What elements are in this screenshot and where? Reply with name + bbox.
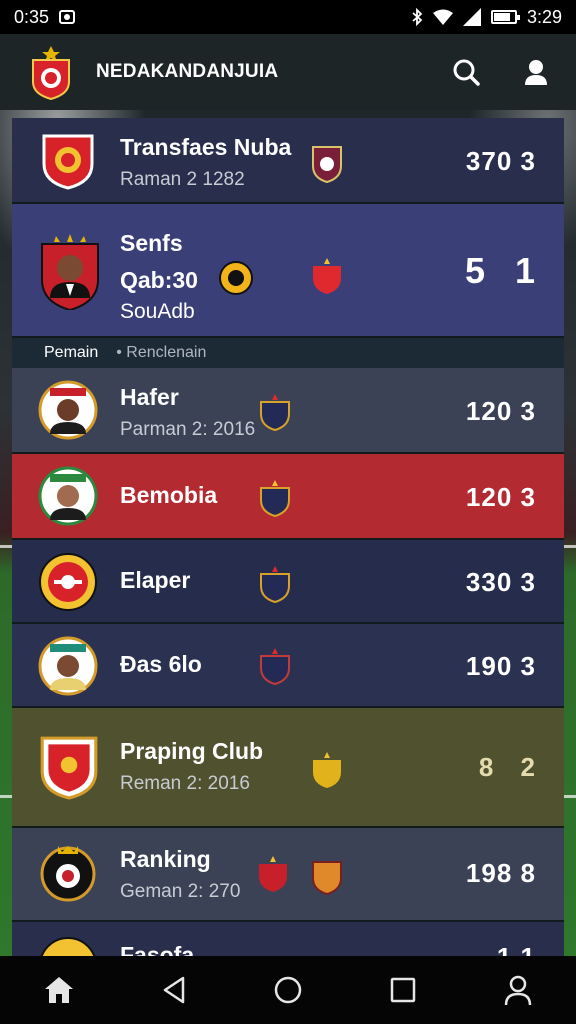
club-badge-icon	[313, 258, 341, 294]
list-item[interactable]: Transfaes Nuba Raman 2 1282 370 3	[12, 118, 564, 204]
status-time: 0:35	[14, 6, 50, 27]
home-circle-icon[interactable]	[273, 975, 303, 1005]
club-badge-icon	[260, 566, 290, 604]
club-crest-icon	[40, 736, 98, 800]
club-subtitle: Raman 2 1282	[120, 169, 245, 190]
club-crest-icon	[40, 937, 96, 956]
player-avatar-icon	[38, 380, 98, 440]
list-item[interactable]: Elaper 330 3	[12, 540, 564, 624]
score: 1 1	[497, 942, 536, 956]
profile-icon[interactable]	[524, 58, 548, 86]
player-subtitle: Parman 2: 2016	[120, 419, 256, 440]
score: 5 1	[464, 250, 536, 291]
app-bar: NEDAKANDANJUIA	[0, 34, 576, 110]
club-crest-icon	[40, 846, 96, 902]
score: 190 3	[465, 651, 536, 681]
player-avatar-icon	[38, 636, 98, 696]
club-crest-icon	[42, 134, 94, 190]
club-name: Transfaes Nuba	[120, 134, 292, 160]
score: 330 3	[465, 567, 536, 597]
list-item[interactable]: Hafer Parman 2: 2016 120 3	[12, 368, 564, 454]
club-badge-icon	[313, 752, 341, 788]
player-name: Bemobia	[120, 482, 218, 508]
home-icon[interactable]	[43, 975, 75, 1005]
list-item[interactable]: Ranking Geman 2: 270 198 8	[12, 828, 564, 922]
club-subtitle: Reman 2: 2016	[120, 773, 250, 794]
list-item[interactable]: Praping Club Reman 2: 2016 8 2	[12, 708, 564, 828]
club-name: Elaper	[120, 567, 191, 593]
ranking-list[interactable]: Transfaes Nuba Raman 2 1282 370 3 Senfs …	[12, 118, 564, 956]
player-team: Qab:30	[120, 267, 198, 293]
score: 198 8	[465, 858, 536, 888]
list-item[interactable]: Ðas 6lo 190 3	[12, 624, 564, 708]
club-name: Ranking	[120, 846, 211, 872]
score: 120 3	[465, 482, 536, 512]
player-name: Senfs	[120, 230, 183, 256]
score: 8 2	[478, 752, 536, 782]
club-badge-icon	[260, 394, 290, 432]
club-badge-icon	[259, 856, 287, 892]
section-header-left: Pemain	[44, 344, 99, 361]
score: 120 3	[465, 396, 536, 426]
section-header: Pemain • Renclenain	[12, 338, 564, 368]
bluetooth-icon	[412, 8, 423, 26]
club-badge-icon	[219, 261, 253, 295]
club-badge-icon	[312, 861, 342, 896]
battery-icon	[490, 10, 520, 24]
search-icon[interactable]	[452, 58, 480, 86]
club-subtitle: Geman 2: 270	[120, 881, 241, 902]
club-badge-icon	[260, 648, 290, 686]
recents-icon[interactable]	[389, 976, 417, 1004]
list-item[interactable]: Bemobia 120 3	[12, 454, 564, 540]
club-crest-icon	[39, 553, 97, 611]
player-name: Ðas 6lo	[120, 651, 202, 677]
player-avatar-icon	[38, 466, 98, 526]
player-name: Hafer	[120, 384, 179, 410]
notification-icon	[59, 10, 76, 24]
club-badge-icon	[260, 480, 290, 518]
status-clock: 3:29	[526, 6, 562, 27]
club-badge-icon	[312, 146, 342, 184]
club-name: Fasofa	[120, 942, 195, 956]
back-icon[interactable]	[161, 975, 187, 1005]
navigation-bar	[0, 956, 576, 1024]
player-avatar-icon	[41, 234, 99, 310]
section-header-right: • Renclenain	[116, 344, 207, 361]
player-subtitle: SouAdb	[120, 300, 195, 323]
account-icon[interactable]	[503, 974, 533, 1006]
score: 370 3	[465, 146, 536, 176]
wifi-icon	[432, 9, 453, 25]
list-item[interactable]: Fasofa 1 1	[12, 922, 564, 956]
list-item[interactable]: Senfs Qab:30 SouAdb 5 1	[12, 204, 564, 338]
app-title: NEDAKANDANJUIA	[96, 61, 279, 82]
signal-icon	[462, 8, 481, 26]
club-name: Praping Club	[120, 738, 264, 764]
status-bar: 0:35 3:29	[0, 0, 576, 34]
club-logo-icon[interactable]	[28, 44, 74, 100]
